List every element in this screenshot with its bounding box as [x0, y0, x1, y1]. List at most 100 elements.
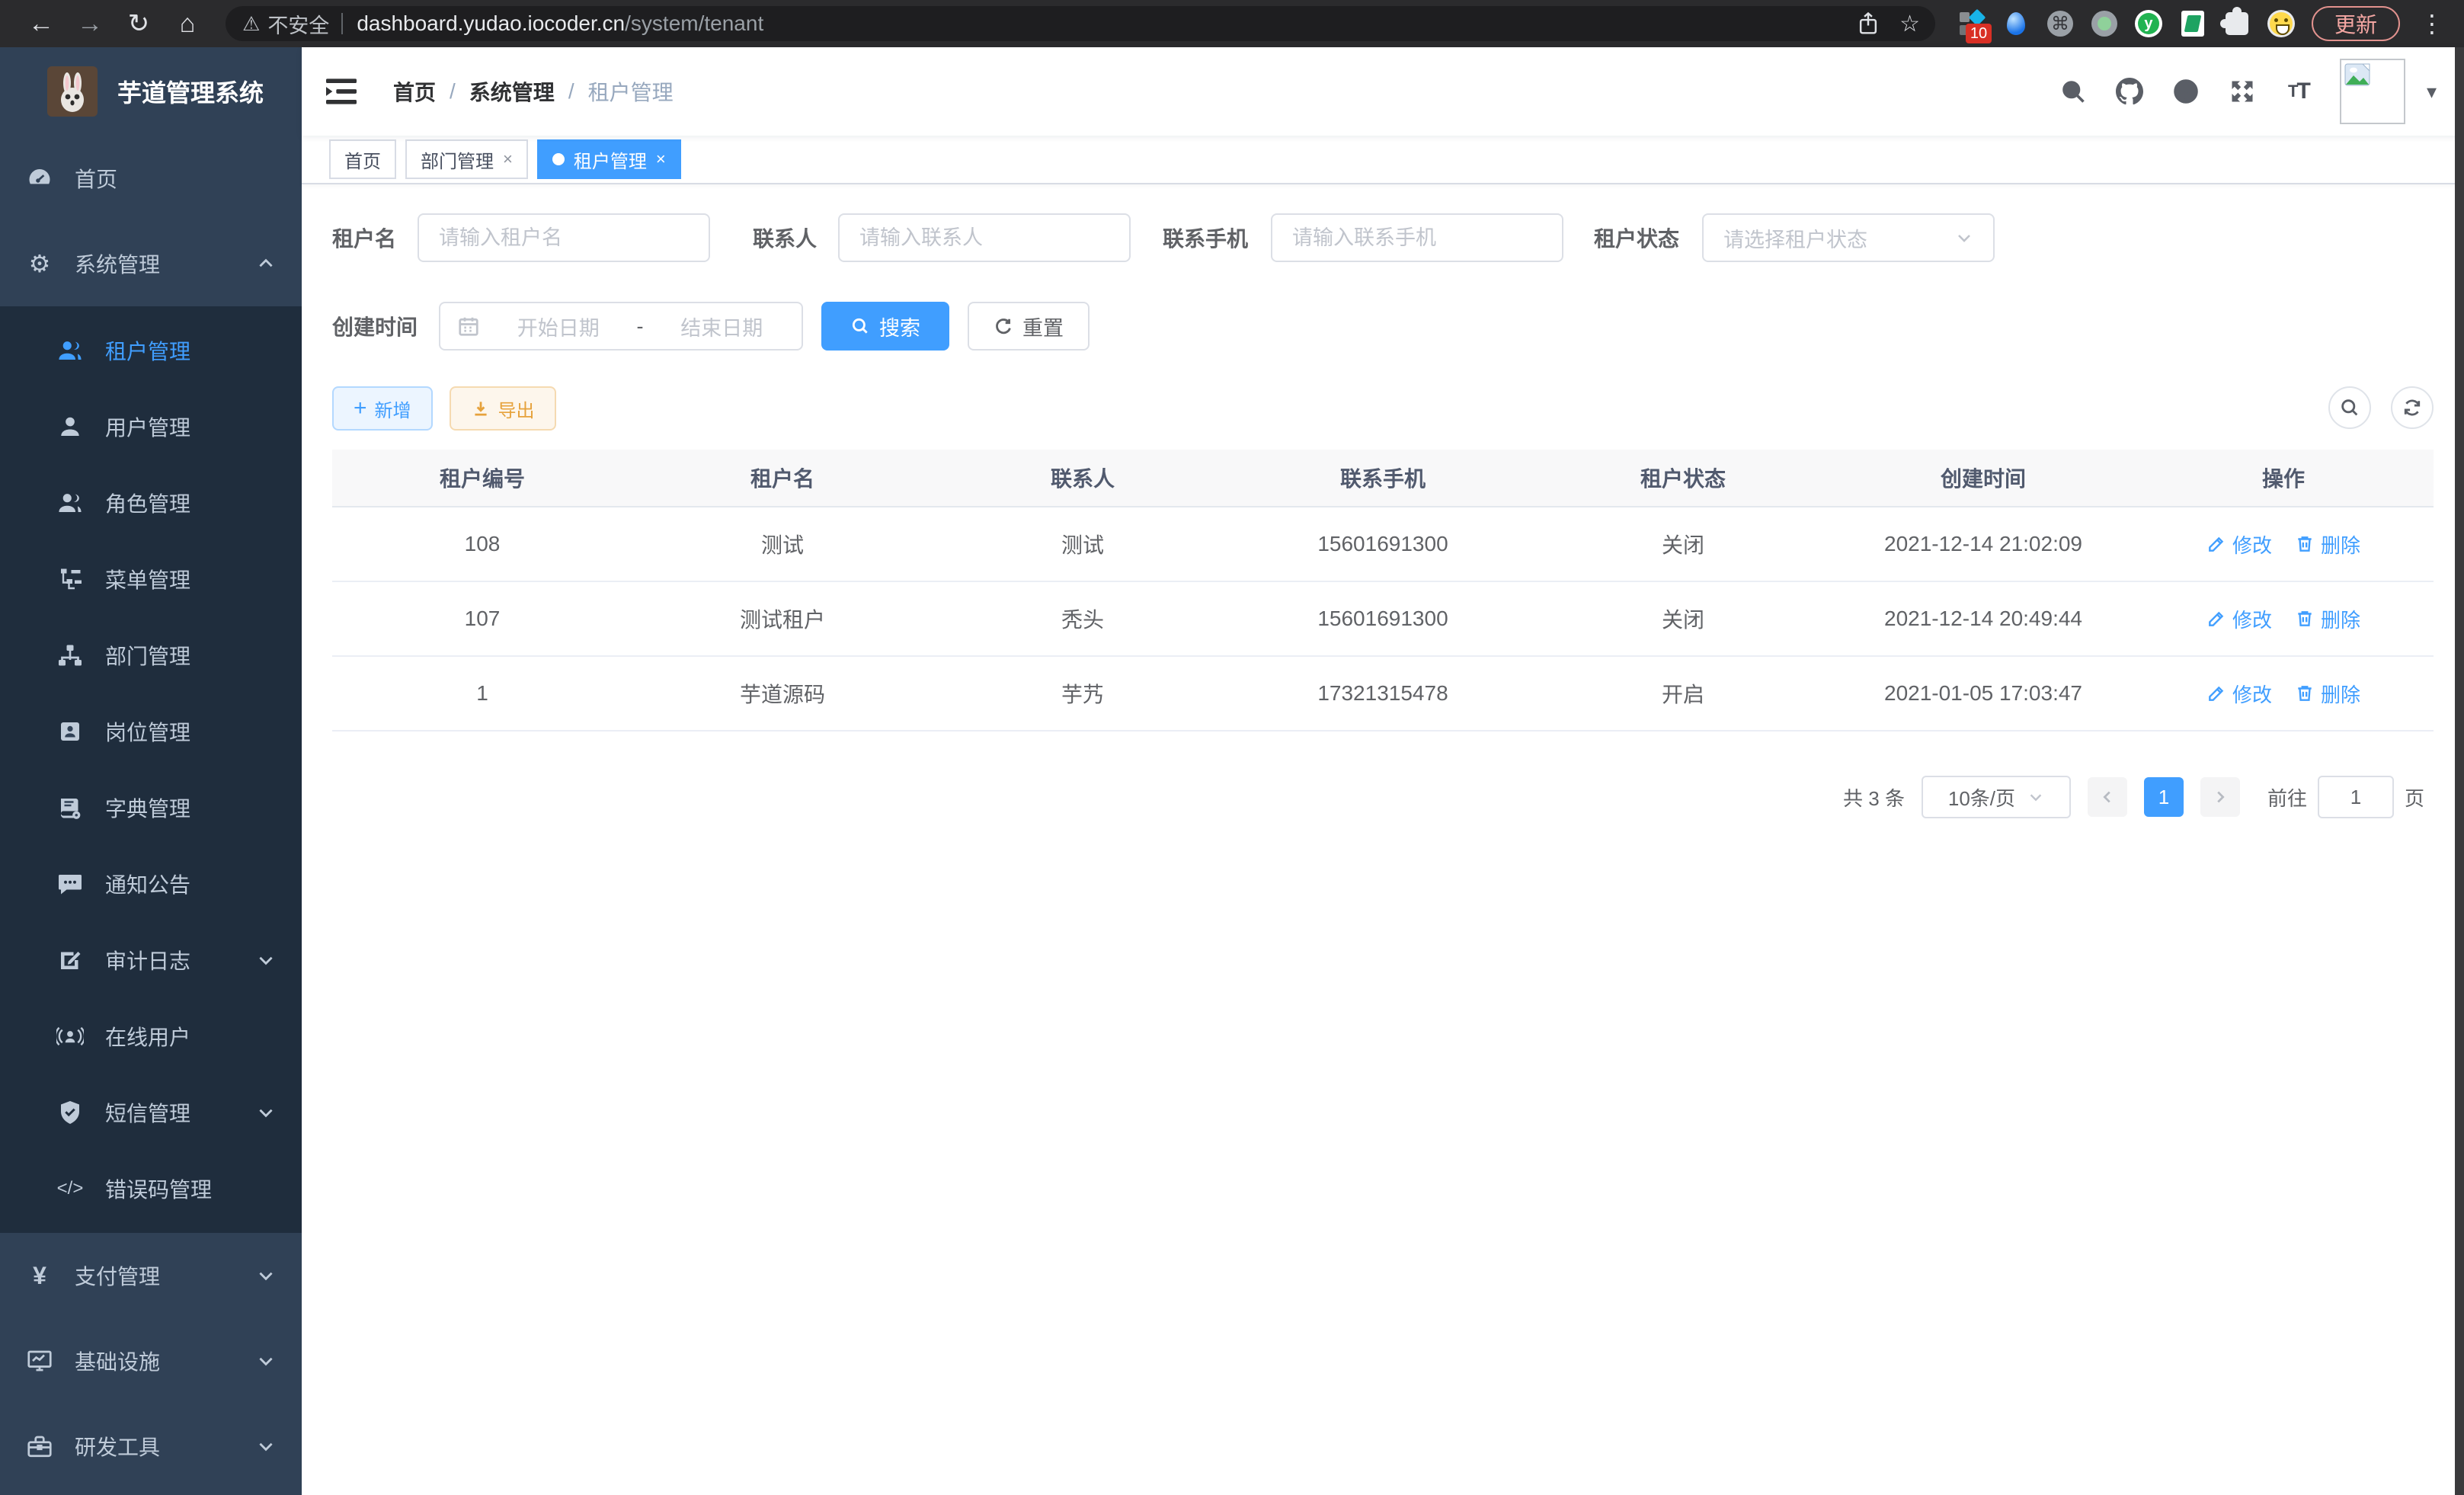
contact-input[interactable]: [859, 226, 1109, 250]
sidebar-item-label: 角色管理: [105, 488, 276, 518]
yen-icon: ¥: [26, 1262, 53, 1289]
extension-dot-icon[interactable]: [2091, 10, 2118, 37]
sidebar-item-error-code[interactable]: </> 错误码管理: [0, 1151, 302, 1227]
github-icon[interactable]: [2114, 76, 2145, 107]
sidebar-item-tenant[interactable]: 租户管理: [0, 312, 302, 389]
extension-command-icon[interactable]: ⌘: [2046, 10, 2074, 37]
add-button[interactable]: + 新增: [332, 386, 433, 431]
fullscreen-icon[interactable]: [2227, 76, 2258, 107]
sidebar-toggle-icon[interactable]: [326, 78, 357, 104]
table-header-row: 租户编号 租户名 联系人 联系手机 租户状态 创建时间 操作: [332, 450, 2434, 507]
browser-menu-icon[interactable]: ⋮: [2414, 9, 2450, 38]
browser-reload-icon[interactable]: ↻: [117, 5, 160, 42]
edit-link[interactable]: 修改: [2206, 680, 2272, 708]
cell-status: 关闭: [1533, 507, 1833, 581]
sidebar-item-role[interactable]: 角色管理: [0, 465, 302, 541]
extension-balloon-icon[interactable]: [2002, 10, 2030, 37]
sidebar-item-post[interactable]: 岗位管理: [0, 693, 302, 770]
sidebar-item-menu[interactable]: 菜单管理: [0, 541, 302, 617]
delete-link[interactable]: 删除: [2295, 530, 2360, 559]
extension-y-icon[interactable]: y: [2135, 10, 2162, 37]
monitor-icon: [26, 1347, 53, 1375]
bookmark-star-icon[interactable]: ☆: [1899, 11, 1920, 37]
tab-dept[interactable]: 部门管理 ×: [405, 139, 528, 179]
page-url[interactable]: dashboard.yudao.iocoder.cn/system/tenant: [357, 11, 1837, 36]
sidebar-item-label: 首页: [75, 163, 276, 194]
search-button[interactable]: 搜索: [821, 302, 949, 351]
browser-back-icon[interactable]: ←: [20, 5, 62, 42]
avatar[interactable]: [2340, 59, 2405, 124]
sidebar-item-payment[interactable]: ¥ 支付管理: [0, 1233, 302, 1318]
tab-close-icon[interactable]: ×: [656, 149, 666, 169]
next-page-button[interactable]: [2200, 777, 2240, 817]
sidebar-item-audit-log[interactable]: 审计日志: [0, 922, 302, 998]
sidebar-item-infra[interactable]: 基础设施: [0, 1318, 302, 1404]
tab-tenant[interactable]: 租户管理 ×: [537, 139, 681, 179]
cell-tenant-id: 1: [332, 657, 632, 730]
prev-page-button[interactable]: [2088, 777, 2127, 817]
help-icon[interactable]: [2171, 76, 2201, 107]
profile-emoji-icon[interactable]: [2267, 10, 2295, 37]
sidebar-item-user[interactable]: 用户管理: [0, 389, 302, 465]
sidebar-item-sms[interactable]: 短信管理: [0, 1074, 302, 1151]
status-select[interactable]: 请选择租户状态: [1702, 213, 1995, 262]
sidebar: 芋道管理系统 首页 ⚙ 系统管理 租户管理 用户管理: [0, 47, 302, 1495]
reset-button[interactable]: 重置: [968, 302, 1090, 351]
share-icon[interactable]: [1857, 11, 1880, 36]
tab-close-icon[interactable]: ×: [503, 149, 513, 169]
phone-label: 联系手机: [1163, 222, 1248, 253]
phone-input[interactable]: [1292, 226, 1542, 250]
browser-update-button[interactable]: 更新: [2312, 6, 2400, 41]
tab-home[interactable]: 首页: [329, 139, 396, 179]
security-label[interactable]: 不安全: [267, 9, 329, 39]
tenant-name-input[interactable]: [439, 226, 689, 250]
breadcrumb-home[interactable]: 首页: [393, 76, 436, 107]
browser-home-icon[interactable]: ⌂: [166, 5, 209, 42]
delete-link[interactable]: 删除: [2295, 605, 2360, 633]
logo-row[interactable]: 芋道管理系统: [0, 47, 302, 136]
chevron-down-icon: [2027, 789, 2044, 805]
font-size-icon[interactable]: TT: [2283, 76, 2314, 107]
table-row: 1 芋道源码 芋艿 17321315478 开启 2021-01-05 17:0…: [332, 657, 2434, 731]
sidebar-item-dev-tools[interactable]: 研发工具: [0, 1404, 302, 1489]
sidebar-item-notice[interactable]: 通知公告: [0, 846, 302, 922]
page-number-1[interactable]: 1: [2144, 777, 2184, 817]
edit-link[interactable]: 修改: [2206, 530, 2272, 559]
sidebar-item-dept[interactable]: 部门管理: [0, 617, 302, 693]
extensions-puzzle-icon[interactable]: [2223, 10, 2251, 37]
sidebar-item-label: 系统管理: [75, 248, 256, 279]
user-menu-caret-icon[interactable]: ▾: [2427, 80, 2437, 104]
toggle-search-button[interactable]: [2328, 386, 2371, 429]
header-search-icon[interactable]: [2058, 76, 2088, 107]
export-button[interactable]: 导出: [450, 386, 556, 431]
goto-page-input[interactable]: [2318, 776, 2394, 818]
chevron-down-icon: [1955, 229, 1973, 247]
create-time-range-picker[interactable]: 开始日期 - 结束日期: [439, 302, 803, 351]
goto-label: 前往: [2267, 783, 2307, 812]
sidebar-item-online-users[interactable]: 在线用户: [0, 998, 302, 1074]
toolbox-icon: [26, 1433, 53, 1460]
refresh-icon: [2402, 397, 2423, 418]
app-title: 芋道管理系统: [117, 74, 264, 109]
create-time-label: 创建时间: [332, 311, 418, 341]
cell-contact: 测试: [933, 507, 1233, 581]
sidebar-item-system[interactable]: ⚙ 系统管理: [0, 221, 302, 306]
column-header: 租户名: [632, 450, 933, 506]
cell-created: 2021-01-05 17:03:47: [1833, 657, 2133, 730]
sidebar-item-dict[interactable]: 字典管理: [0, 770, 302, 846]
column-header: 操作: [2133, 450, 2434, 506]
sidebar-item-home[interactable]: 首页: [0, 136, 302, 221]
extension-tabs-icon[interactable]: 10: [1958, 10, 1986, 37]
browser-forward-icon[interactable]: →: [69, 5, 111, 42]
breadcrumb-system[interactable]: 系统管理: [469, 76, 555, 107]
add-button-label: 新增: [375, 395, 411, 422]
url-bar[interactable]: ⚠ 不安全 dashboard.yudao.iocoder.cn/system/…: [226, 6, 1935, 41]
extension-doc-icon[interactable]: [2179, 10, 2206, 37]
refresh-table-button[interactable]: [2391, 386, 2434, 429]
tenant-name-input-wrap: [418, 213, 710, 262]
delete-link[interactable]: 删除: [2295, 680, 2360, 708]
edit-link[interactable]: 修改: [2206, 605, 2272, 633]
chevron-up-icon: [256, 254, 276, 274]
sidebar-item-label: 错误码管理: [105, 1173, 276, 1204]
page-size-select[interactable]: 10条/页: [1922, 776, 2071, 818]
